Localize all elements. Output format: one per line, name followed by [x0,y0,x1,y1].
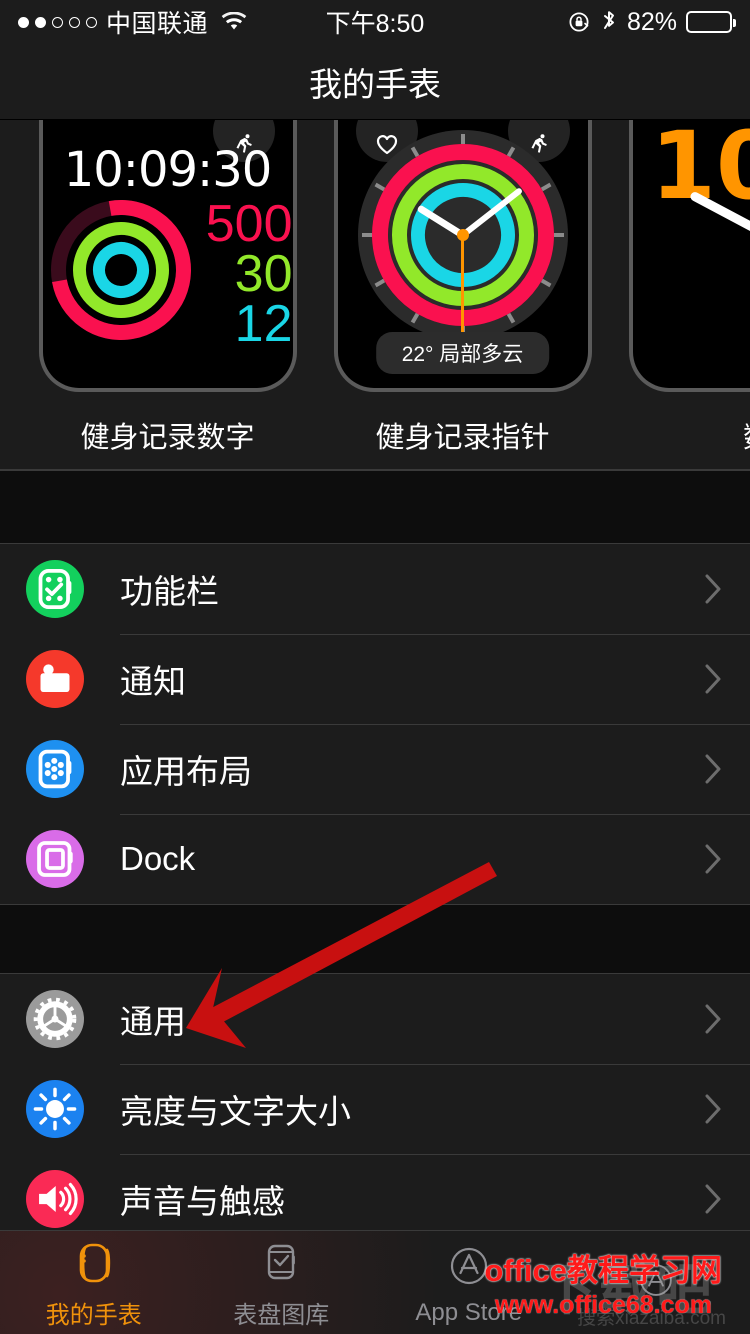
wifi-icon [221,12,247,32]
chevron-right-icon [705,754,722,784]
battery-icon [686,11,736,33]
settings-row-label: 声音与触感 [120,1183,285,1220]
settings-row-notifications[interactable]: 通知 [0,634,750,724]
watch-face-time: 10:09:30 [63,142,273,198]
exercise-value: 30 [234,244,293,303]
settings-row-label: 通用 [120,1003,186,1040]
tab-label: 我的手表 [45,1302,142,1329]
watch-face-item[interactable]: 10:09:30 500 30 12 健身记录数字 [20,120,315,456]
brightness-icon [26,1080,84,1138]
tab-my-watch[interactable]: 我的手表 [0,1231,188,1334]
watch-face-preview-numerals[interactable]: 10 [628,120,750,392]
analog-dial [337,120,588,370]
settings-row-label: 通知 [120,663,186,700]
watch-face-preview-analog[interactable]: 22° 局部多云 [333,120,592,392]
section-gap [0,904,750,974]
section-gap [0,470,750,544]
settings-row-app-layout[interactable]: 应用布局 [0,724,750,814]
bluetooth-icon [600,9,618,35]
activity-rings [42,172,218,368]
status-bar-time: 下午8:50 [325,10,425,38]
watch-face-label: 数 [743,414,750,456]
chevron-right-icon [705,844,722,874]
settings-row-label: 应用布局 [120,753,252,790]
watch-icon [68,1235,120,1291]
settings-row-complications[interactable]: 功能栏 [0,544,750,634]
tab-bar: 我的手表 表盘图库 App Store 下载吧 搜索xiazaiba.com o… [0,1230,750,1334]
numeral-10: 10 [650,120,750,221]
tab-app-store[interactable]: App Store [375,1231,563,1334]
watch-face-preview-digital[interactable]: 10:09:30 500 30 12 [38,120,297,392]
rotation-lock-icon [567,10,591,34]
tab-face-gallery[interactable]: 表盘图库 [188,1231,376,1334]
settings-row-label: 亮度与文字大小 [120,1093,351,1130]
watch-face-label: 健身记录数字 [80,422,255,454]
settings-row-dock[interactable]: Dock [0,814,750,904]
watch-face-gallery[interactable]: 10:09:30 500 30 12 健身记录数字 22° 局部多云 健身记录指… [0,120,750,470]
face-gallery-icon [256,1235,306,1291]
settings-row-brightness[interactable]: 亮度与文字大小 [0,1064,750,1154]
carrier-name: 中国联通 [106,10,209,38]
gear-icon [26,990,84,1048]
signal-strength-icon [18,16,97,28]
tab-label: 表盘图库 [233,1302,330,1329]
status-bar: 中国联通 下午8:50 82% [0,0,750,44]
tab-fourth[interactable] [563,1231,750,1334]
sound-icon [26,1170,84,1228]
weather-complication: 22° 局部多云 [375,332,550,374]
page-title: 我的手表 [309,65,441,103]
app-layout-icon [26,740,84,798]
settings-row-label: Dock [120,840,196,877]
watch-face-label: 健身记录指针 [375,422,550,454]
app-store-icon [631,1253,681,1309]
settings-group-2: 通用 亮度与文字大小 声音与触感 [0,974,750,1244]
chevron-right-icon [705,664,722,694]
settings-row-general[interactable]: 通用 [0,974,750,1064]
watch-complications-icon [26,560,84,618]
status-bar-right: 82% [567,7,736,37]
notification-icon [26,650,84,708]
chevron-right-icon [705,1004,722,1034]
settings-row-label: 功能栏 [120,573,219,610]
stand-value: 12 [234,294,293,353]
tab-label: App Store [415,1298,523,1326]
watch-face-item[interactable]: 22° 局部多云 健身记录指针 [315,120,610,456]
nav-bar: 我的手表 [0,44,750,120]
dock-icon [26,830,84,888]
chevron-right-icon [705,574,722,604]
phone-screen: 中国联通 下午8:50 82% 我的手表 10:09:30 500 30 12 … [0,0,750,1334]
chevron-right-icon [705,1184,722,1214]
move-value: 500 [205,195,293,253]
status-bar-left: 中国联通 [18,4,247,40]
chevron-right-icon [705,1094,722,1124]
watch-face-item[interactable]: 10 数 [610,120,750,456]
battery-percent: 82% [626,7,677,36]
settings-group-1: 功能栏 通知 应用布局 Dock [0,544,750,904]
app-store-icon [442,1239,496,1295]
